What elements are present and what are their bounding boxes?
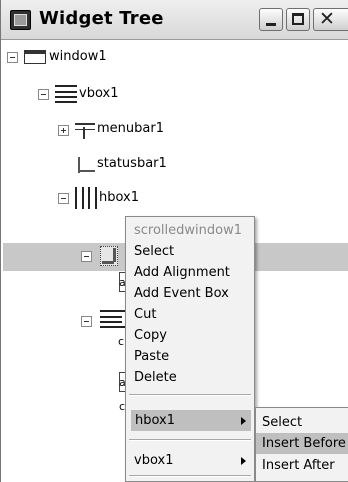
menu-separator	[129, 439, 251, 441]
tree-expander-icon[interactable]	[7, 52, 18, 63]
submenu-item-insert-after[interactable]: Insert After	[256, 455, 348, 476]
statusbar-widget-icon	[75, 157, 95, 173]
context-menu: scrolledwindow1 Select Add Alignment Add…	[125, 216, 255, 482]
tree-node-label[interactable]: menubar1	[97, 121, 164, 136]
scrolledwindow-widget-icon	[100, 246, 118, 266]
menu-item-hbox1-submenu[interactable]: hbox1	[131, 410, 251, 431]
tree-expander-icon[interactable]	[81, 316, 92, 327]
submenu-label: hbox1	[135, 413, 176, 428]
maximize-button[interactable]	[286, 8, 310, 31]
minimize-icon	[266, 23, 276, 26]
widget-tree-window: Widget Tree ✕ window1 vbox1 menubar1 sta…	[0, 0, 348, 482]
close-button[interactable]: ✕	[313, 8, 348, 31]
minimize-button[interactable]	[259, 8, 283, 31]
hbox-widget-icon	[75, 187, 97, 209]
vbox-widget-icon	[100, 310, 125, 328]
title-bar[interactable]: Widget Tree ✕	[1, 0, 348, 40]
menu-separator	[129, 394, 251, 396]
menu-item-add-alignment[interactable]: Add Alignment	[126, 262, 254, 283]
close-icon: ✕	[319, 8, 335, 30]
menu-item-paste[interactable]: Paste	[126, 346, 254, 367]
tree-node-label[interactable]: statusbar1	[97, 156, 167, 171]
menubar-widget-icon	[75, 121, 95, 139]
menu-item-add-event-box[interactable]: Add Event Box	[126, 283, 254, 304]
menu-item-copy[interactable]: Copy	[126, 325, 254, 346]
menu-item-select[interactable]: Select	[126, 241, 254, 262]
window-widget-icon	[24, 50, 46, 64]
vbox-widget-icon	[55, 85, 77, 103]
partial-label: c	[118, 335, 125, 348]
tree-expander-icon[interactable]	[58, 125, 69, 136]
maximize-icon	[292, 13, 304, 25]
submenu-item-select[interactable]: Select	[256, 412, 348, 433]
hbox1-submenu: Select Insert Before Insert After	[255, 407, 348, 482]
submenu-label: vbox1	[134, 453, 174, 468]
submenu-item-insert-before[interactable]: Insert Before	[256, 433, 348, 454]
menu-item-cut[interactable]: Cut	[126, 304, 254, 325]
menu-item-delete[interactable]: Delete	[126, 367, 254, 388]
tree-expander-icon[interactable]	[38, 89, 49, 100]
tree-node-label[interactable]: window1	[49, 49, 107, 64]
widget-tree-app-icon	[10, 10, 31, 30]
menu-item-vbox1-submenu[interactable]: vbox1	[126, 450, 254, 471]
tree-node-label[interactable]: hbox1	[99, 190, 139, 205]
tree-expander-icon[interactable]	[58, 193, 69, 204]
submenu-arrow-icon	[241, 457, 246, 465]
menu-header: scrolledwindow1	[134, 223, 242, 238]
tree-node-label[interactable]: vbox1	[79, 86, 118, 101]
window-title: Widget Tree	[39, 8, 164, 29]
tree-expander-icon[interactable]	[81, 251, 92, 262]
menu-separator	[129, 475, 251, 477]
submenu-arrow-icon	[241, 417, 246, 425]
